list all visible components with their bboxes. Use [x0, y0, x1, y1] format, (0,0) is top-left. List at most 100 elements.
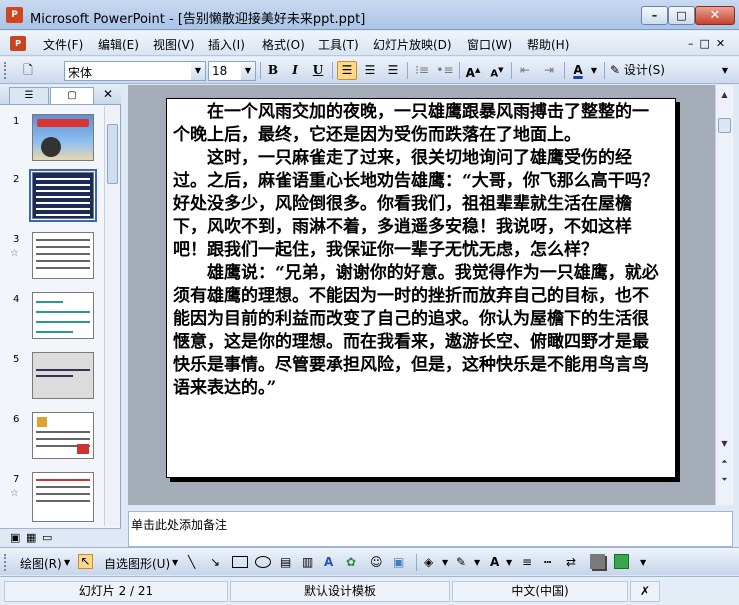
align-center-icon[interactable]: ☰ — [360, 61, 380, 80]
slide-thumbnail[interactable] — [29, 169, 97, 222]
close-button[interactable]: ✕ — [695, 6, 735, 25]
chevron-down-icon[interactable]: ▼ — [241, 62, 255, 80]
current-slide[interactable]: 在一个风雨交加的夜晚，一只雄鹰跟暴风雨搏击了整整的一个晚上后，最终，它还是因为受… — [166, 98, 676, 478]
slide-thumbnail-row[interactable]: 3 ☆ — [0, 232, 104, 288]
slide-thumbnail[interactable] — [32, 292, 94, 339]
slide-thumbnail-row[interactable]: 5 — [0, 352, 104, 408]
slideshow-icon[interactable]: ▭ — [42, 531, 52, 544]
increase-font-icon[interactable]: A▲ — [463, 61, 483, 80]
chevron-down-icon[interactable]: ▼ — [506, 558, 512, 567]
menu-view[interactable]: 视图(V) — [153, 36, 195, 53]
select-pointer-icon[interactable]: ↖ — [78, 554, 93, 569]
menu-slideshow[interactable]: 幻灯片放映(D) — [373, 36, 452, 53]
line-tool-icon[interactable]: ╲ — [188, 555, 195, 569]
design-button[interactable]: ✎ 设计(S) — [610, 61, 670, 80]
dash-style-icon[interactable]: ┅ — [544, 555, 551, 569]
decrease-font-icon[interactable]: A▼ — [487, 61, 507, 80]
scrollbar-thumb[interactable] — [107, 124, 118, 184]
bold-button[interactable]: B — [263, 61, 283, 80]
autoshapes-button[interactable]: 自选图形(U) — [104, 555, 170, 572]
rectangle-tool-icon[interactable] — [232, 556, 248, 568]
increase-indent-icon[interactable]: ⇥ — [539, 61, 559, 80]
toolbar-options-icon[interactable]: ▼ — [718, 61, 732, 80]
document-window-controls[interactable]: –□✕ — [688, 37, 731, 50]
slide-thumbnail[interactable] — [32, 114, 94, 161]
3d-style-icon[interactable] — [614, 554, 629, 569]
toolbar-grip[interactable] — [4, 554, 7, 571]
vertical-textbox-icon[interactable]: ▥ — [302, 555, 313, 569]
numbered-list-icon[interactable]: ⁝≡ — [412, 61, 432, 80]
slide-thumbnail[interactable] — [32, 232, 94, 279]
maximize-button[interactable]: □ — [668, 6, 695, 25]
clipart-icon[interactable]: ☺ — [370, 555, 383, 569]
slide-thumbnail[interactable] — [32, 352, 94, 399]
slide-thumbnail[interactable] — [32, 472, 94, 522]
slide-thumbnail-row[interactable]: 6 — [0, 412, 104, 468]
chevron-down-icon[interactable]: ▼ — [172, 558, 178, 567]
menu-file[interactable]: 文件(F) — [43, 36, 83, 53]
slide-thumbnail[interactable] — [32, 412, 94, 459]
next-slide-icon[interactable]: ⏷ — [717, 472, 732, 487]
fill-color-icon[interactable]: ◈ — [424, 555, 433, 569]
slide-thumbnail-row[interactable]: 7 ☆ — [0, 472, 104, 528]
oval-tool-icon[interactable] — [255, 556, 271, 568]
align-left-icon[interactable]: ☰ — [337, 61, 357, 80]
wordart-icon[interactable]: A — [324, 555, 333, 569]
arrow-style-icon[interactable]: ⇄ — [566, 555, 576, 569]
status-language[interactable]: 中文(中国) — [452, 581, 628, 602]
slide-sorter-icon[interactable]: ▦ — [26, 531, 36, 544]
close-pane-icon[interactable]: ✕ — [103, 87, 113, 101]
insert-picture-icon[interactable]: ▣ — [393, 555, 404, 569]
text-color-icon[interactable]: A — [490, 555, 499, 569]
menu-insert[interactable]: 插入(I) — [208, 36, 245, 53]
decrease-indent-icon[interactable]: ⇤ — [515, 61, 535, 80]
font-color-icon[interactable]: A — [568, 61, 588, 80]
notes-pane[interactable]: 单击此处添加备注 — [128, 511, 733, 547]
thumbnails-scrollbar[interactable] — [104, 106, 120, 526]
line-color-icon[interactable]: ✎ — [456, 555, 466, 569]
diagram-icon[interactable]: ✿ — [346, 555, 356, 569]
slide-vertical-scrollbar[interactable]: ▲ ▼ ⏶ ⏷ — [715, 85, 733, 505]
toolbar-grip[interactable] — [4, 62, 7, 79]
minimize-button[interactable]: – — [641, 6, 668, 25]
toolbar-options-icon[interactable]: ▼ — [640, 558, 646, 567]
previous-slide-icon[interactable]: ⏶ — [717, 454, 732, 469]
menu-tools[interactable]: 工具(T) — [318, 36, 359, 53]
normal-view-icon[interactable]: ▣ — [10, 531, 20, 544]
toolbar-separator — [564, 62, 565, 79]
chevron-down-icon[interactable]: ▼ — [474, 558, 480, 567]
slide-text-box[interactable]: 在一个风雨交加的夜晚，一只雄鹰跟暴风雨搏击了整整的一个晚上后，最终，它还是因为受… — [173, 101, 663, 400]
slide-thumbnail-row[interactable]: 2 — [0, 169, 104, 228]
chevron-down-icon[interactable]: ▼ — [442, 558, 448, 567]
menu-format[interactable]: 格式(O) — [262, 36, 305, 53]
underline-button[interactable]: U — [308, 61, 328, 80]
draw-menu-button[interactable]: 绘图(R) — [20, 555, 62, 572]
powerpoint-app-icon[interactable]: P — [6, 7, 23, 23]
chevron-down-icon[interactable]: ▼ — [64, 558, 70, 567]
bullet-list-icon[interactable]: •≡ — [435, 61, 455, 80]
font-name-select[interactable]: 宋体 ▼ — [64, 61, 206, 81]
document-icon[interactable]: P — [10, 36, 26, 51]
slide-thumbnail-row[interactable]: 4 — [0, 292, 104, 348]
chevron-down-icon[interactable]: ▼ — [191, 62, 205, 80]
tab-slides[interactable]: ▢ — [50, 87, 94, 104]
textbox-tool-icon[interactable]: ▤ — [280, 555, 291, 569]
status-design-template[interactable]: 默认设计模板 — [230, 581, 450, 602]
menu-window[interactable]: 窗口(W) — [467, 36, 512, 53]
arrow-tool-icon[interactable]: ↘ — [210, 555, 220, 569]
scroll-up-icon[interactable]: ▲ — [717, 87, 732, 102]
line-style-icon[interactable]: ≡ — [522, 555, 532, 569]
scrollbar-thumb[interactable] — [718, 118, 731, 133]
align-right-icon[interactable]: ☰ — [383, 61, 403, 80]
menu-help[interactable]: 帮助(H) — [527, 36, 569, 53]
menu-edit[interactable]: 编辑(E) — [98, 36, 139, 53]
font-size-select[interactable]: 18 ▼ — [208, 61, 256, 81]
tab-outline[interactable]: ☰ — [9, 87, 49, 104]
slide-thumbnail-row[interactable]: 1 — [0, 114, 104, 170]
chevron-down-icon[interactable]: ▼ — [588, 61, 600, 80]
new-document-icon[interactable]: 🗋 — [18, 61, 38, 80]
italic-button[interactable]: I — [285, 61, 305, 80]
scroll-down-icon[interactable]: ▼ — [717, 436, 732, 451]
shadow-style-icon[interactable] — [590, 554, 605, 569]
spelling-status-icon[interactable]: ✗ — [630, 581, 660, 602]
